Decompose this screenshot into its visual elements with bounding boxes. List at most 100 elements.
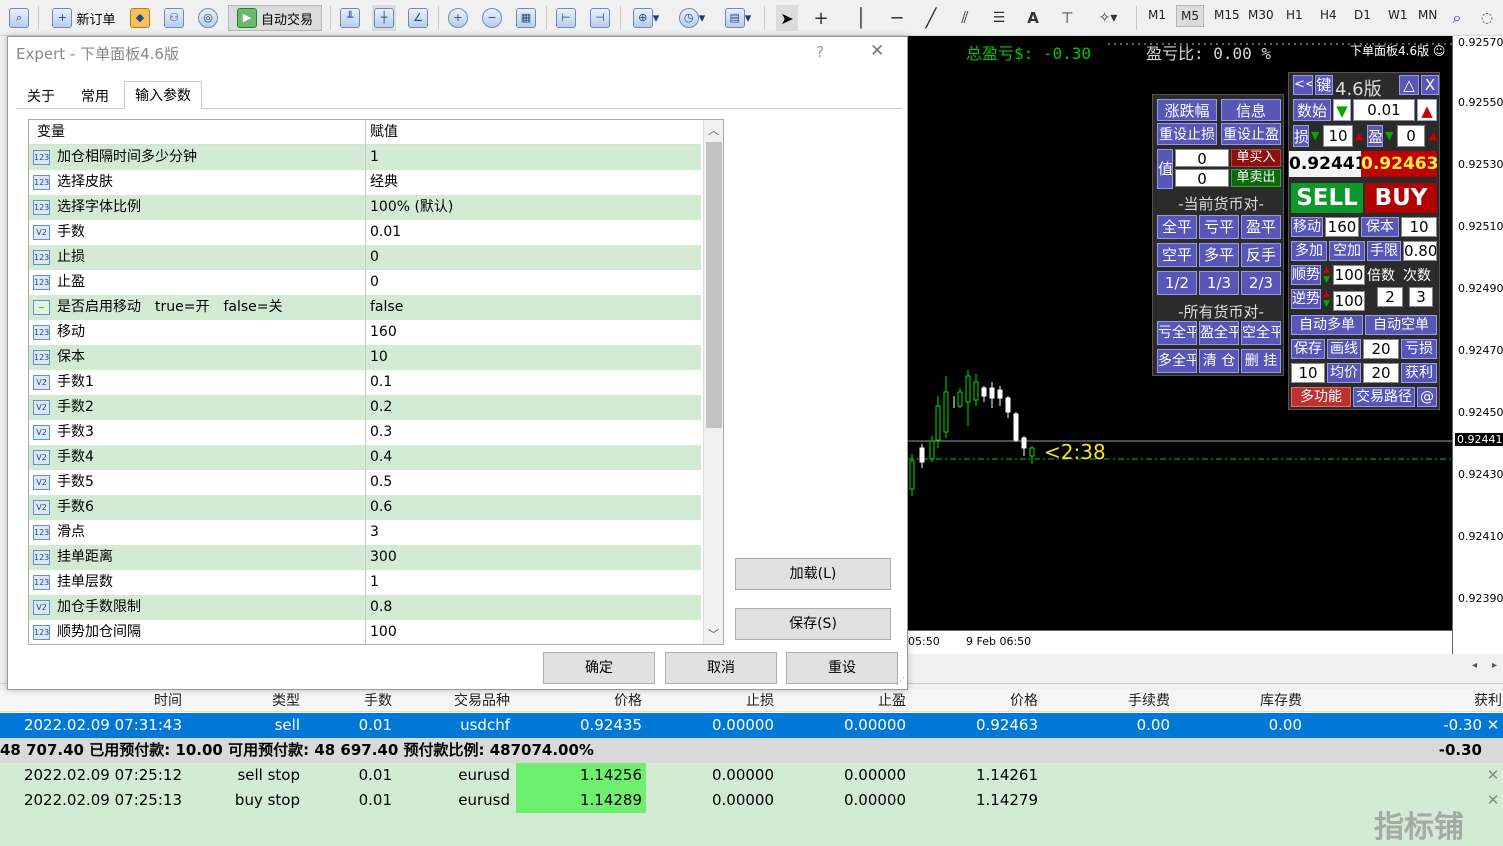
parameter-value[interactable]: 经典 bbox=[370, 170, 398, 195]
auto-short-button[interactable]: 自动空单 bbox=[1365, 315, 1437, 335]
draw-line-button[interactable]: 画线 bbox=[1327, 339, 1361, 359]
tf-d1[interactable]: D1 bbox=[1354, 8, 1371, 22]
reset-tp-button[interactable]: 重设止盈 bbox=[1221, 123, 1281, 145]
clear-positions-button[interactable]: 清 仓 bbox=[1199, 349, 1239, 373]
header-value[interactable]: 赋值 bbox=[370, 120, 398, 145]
cancel-button[interactable]: 取消 bbox=[665, 652, 777, 684]
counter-stepper-icon[interactable]: ▲ ▼ bbox=[1323, 289, 1330, 309]
search-icon[interactable]: ⌕ bbox=[1446, 5, 1468, 31]
parameter-value[interactable]: 0.2 bbox=[370, 395, 392, 420]
auto-trade-button[interactable]: ▶ 自动交易 bbox=[228, 5, 322, 31]
tf-m15[interactable]: M15 bbox=[1214, 8, 1240, 22]
text-label-icon[interactable]: ⊤ bbox=[1056, 5, 1078, 31]
chat-icon[interactable]: ◌ bbox=[1476, 5, 1498, 31]
close-position-icon[interactable]: ✕ bbox=[1486, 713, 1500, 738]
avg-offset-input[interactable]: 10 bbox=[1291, 363, 1325, 383]
tab-common[interactable]: 常用 bbox=[68, 83, 122, 111]
zoom-chart-icon[interactable]: ⌕ bbox=[6, 5, 32, 31]
load-button[interactable]: 加载(L) bbox=[735, 558, 891, 590]
parameter-value[interactable]: 300 bbox=[370, 545, 397, 570]
minimize-button[interactable]: △ bbox=[1399, 75, 1419, 95]
parameter-value[interactable]: 1 bbox=[370, 145, 379, 170]
indicators-icon[interactable]: ⊕ ▾ bbox=[628, 5, 664, 31]
trend-input[interactable]: 100 bbox=[1333, 265, 1365, 285]
lots-input[interactable]: 0.01 bbox=[1353, 99, 1415, 121]
lots-down-icon[interactable]: ▼ bbox=[1333, 99, 1351, 121]
scrollbar[interactable]: ︿ ﹀ bbox=[703, 120, 723, 644]
close-all-profit-button[interactable]: 盈全平 bbox=[1199, 321, 1239, 345]
arrows-icon[interactable]: ✧▾ bbox=[1090, 5, 1126, 31]
col-sl[interactable]: 止损 bbox=[648, 690, 774, 712]
text-icon[interactable]: A bbox=[1022, 5, 1044, 31]
new-order-button[interactable]: + 新订单 bbox=[46, 5, 122, 31]
hotkey-button[interactable]: 键 bbox=[1315, 75, 1333, 95]
sl-down-icon[interactable]: ▼ bbox=[1311, 129, 1319, 142]
reset-sl-button[interactable]: 重设止损 bbox=[1157, 123, 1217, 145]
resize-grip-icon[interactable]: ⋰ bbox=[896, 677, 905, 687]
breakeven-input[interactable]: 10 bbox=[1401, 217, 1437, 237]
pending-sell-input[interactable]: 0 bbox=[1175, 169, 1229, 187]
parameter-value[interactable]: 3 bbox=[370, 520, 379, 545]
periods-icon[interactable]: ◷ ▾ bbox=[674, 5, 710, 31]
multiplier-input[interactable]: 2 bbox=[1377, 287, 1403, 307]
parameter-value[interactable]: false bbox=[370, 295, 403, 320]
scroll-left-icon[interactable]: ◂ bbox=[1472, 660, 1477, 671]
col-profit[interactable]: 获利 bbox=[1308, 690, 1502, 712]
close-half-button[interactable]: 1/2 bbox=[1157, 271, 1197, 295]
trendline-icon[interactable]: ╱ bbox=[920, 5, 942, 31]
scroll-thumb[interactable] bbox=[706, 142, 722, 428]
delete-order-icon[interactable]: ✕ bbox=[1486, 788, 1500, 813]
signals-icon[interactable]: ◎ bbox=[196, 5, 220, 31]
col-commission[interactable]: 手续费 bbox=[1044, 690, 1170, 712]
candlestick-icon[interactable]: ┼ bbox=[372, 5, 396, 31]
close-long-button[interactable]: 多平 bbox=[1199, 243, 1239, 267]
ok-button[interactable]: 确定 bbox=[543, 652, 655, 684]
close-loss-button[interactable]: 亏平 bbox=[1199, 215, 1239, 239]
tp-input[interactable]: 0 bbox=[1397, 125, 1425, 147]
col-symbol[interactable]: 交易品种 bbox=[398, 690, 510, 712]
trade-path-button[interactable]: 交易路径 bbox=[1353, 387, 1415, 407]
parameter-value[interactable]: 0.1 bbox=[370, 370, 392, 395]
save-settings-button[interactable]: 保存 bbox=[1291, 339, 1325, 359]
tab-about[interactable]: 关于 bbox=[16, 83, 66, 111]
tile-windows-icon[interactable]: ▦ bbox=[514, 5, 538, 31]
multi-function-button[interactable]: 多功能 bbox=[1291, 387, 1351, 407]
buy-stop-button[interactable]: 单买入 bbox=[1231, 149, 1281, 167]
tf-m1[interactable]: M1 bbox=[1148, 8, 1166, 22]
header-variable[interactable]: 变量 bbox=[37, 120, 337, 145]
zoom-in-icon[interactable]: + bbox=[446, 5, 470, 31]
close-all-loss-button[interactable]: 亏全平 bbox=[1157, 321, 1197, 345]
close-all-short-button[interactable]: 空全平 bbox=[1241, 321, 1281, 345]
profit-input[interactable]: 20 bbox=[1363, 363, 1399, 383]
table-row[interactable]: 2022.02.09 07:25:13 buy stop 0.01 eurusd… bbox=[0, 788, 1503, 813]
equidistant-channel-icon[interactable]: ⫽ bbox=[954, 5, 976, 31]
col-time[interactable]: 时间 bbox=[80, 690, 182, 712]
add-short-button[interactable]: 空加 bbox=[1329, 241, 1365, 261]
autoscroll-icon[interactable]: ⊣ bbox=[588, 5, 612, 31]
table-row[interactable]: 2022.02.09 07:31:43 sell 0.01 usdchf 0.9… bbox=[0, 713, 1503, 738]
at-button[interactable]: @ bbox=[1417, 387, 1437, 407]
info-button[interactable]: 信息 bbox=[1221, 99, 1281, 121]
parameter-value[interactable]: 0 bbox=[370, 245, 379, 270]
crosshair-icon[interactable]: + bbox=[810, 5, 832, 31]
parameter-value[interactable]: 0.5 bbox=[370, 470, 392, 495]
lot-limit-input[interactable]: 0.80 bbox=[1403, 241, 1437, 261]
tp-down-icon[interactable]: ▼ bbox=[1385, 129, 1393, 142]
lots-up-icon[interactable]: ▲ bbox=[1417, 99, 1437, 121]
count-input[interactable]: 3 bbox=[1409, 287, 1433, 307]
close-profit-button[interactable]: 盈平 bbox=[1241, 215, 1281, 239]
col-price[interactable]: 价格 bbox=[516, 690, 642, 712]
pending-buy-input[interactable]: 0 bbox=[1175, 149, 1229, 167]
loss-input[interactable]: 20 bbox=[1363, 339, 1399, 359]
help-button[interactable]: ? bbox=[816, 43, 824, 61]
close-two-third-button[interactable]: 2/3 bbox=[1241, 271, 1281, 295]
close-panel-button[interactable]: X bbox=[1421, 75, 1439, 95]
sl-input[interactable]: 10 bbox=[1323, 125, 1353, 147]
bar-chart-icon[interactable]: ╨ bbox=[338, 5, 362, 31]
sell-stop-button[interactable]: 单卖出 bbox=[1231, 169, 1281, 187]
fibonacci-icon[interactable]: ☰ bbox=[988, 5, 1010, 31]
col-lots[interactable]: 手数 bbox=[306, 690, 392, 712]
save-button[interactable]: 保存(S) bbox=[735, 608, 891, 640]
parameter-value[interactable]: 10 bbox=[370, 345, 388, 370]
tf-h4[interactable]: H4 bbox=[1320, 8, 1337, 22]
